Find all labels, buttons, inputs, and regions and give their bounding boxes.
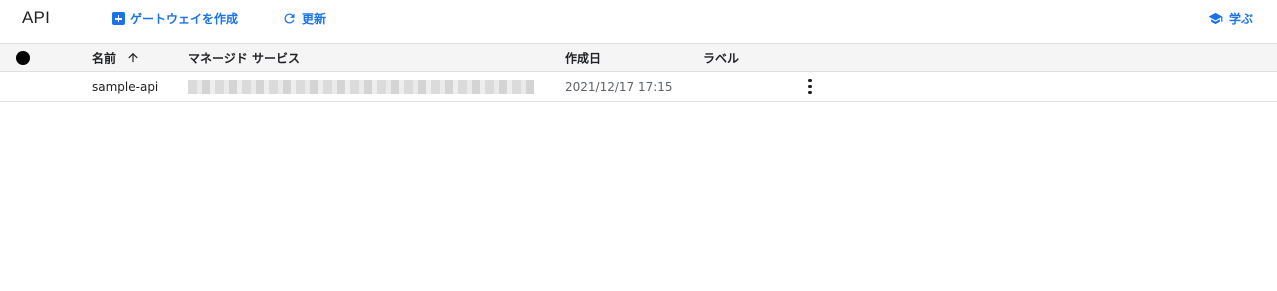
create-gateway-button[interactable]: ゲートウェイを作成: [112, 10, 238, 27]
sort-ascending-icon[interactable]: [126, 51, 140, 65]
more-vert-icon-dot: [808, 78, 812, 82]
school-icon: [1208, 12, 1223, 25]
api-table: 名前 マネージド サービス 作成日 ラベル sample-api 2021/12…: [0, 44, 1277, 102]
row-actions-menu-button[interactable]: [807, 78, 813, 95]
refresh-button[interactable]: 更新: [282, 10, 326, 27]
column-header-created[interactable]: 作成日: [565, 49, 601, 66]
managed-service-value-redacted: [188, 79, 534, 94]
status-column-icon: [16, 50, 30, 65]
column-name-label: 名前: [92, 51, 117, 65]
create-gateway-label: ゲートウェイを作成: [130, 12, 239, 26]
refresh-label: 更新: [302, 12, 327, 26]
top-toolbar: API ゲートウェイを作成 更新 学ぶ: [0, 0, 1277, 44]
more-vert-icon-dot: [808, 91, 812, 95]
more-vert-icon-dot: [808, 84, 812, 89]
api-name-link[interactable]: sample-api: [92, 80, 158, 94]
table-row: sample-api 2021/12/17 17:15: [0, 72, 1277, 102]
column-header-name[interactable]: 名前: [92, 49, 140, 66]
learn-label: 学ぶ: [1229, 12, 1254, 26]
created-date-value: 2021/12/17 17:15: [565, 79, 673, 94]
learn-button[interactable]: 学ぶ: [1207, 10, 1253, 27]
table-header-row: 名前 マネージド サービス 作成日 ラベル: [0, 44, 1277, 72]
page-title: API: [22, 8, 51, 27]
column-header-labels[interactable]: ラベル: [703, 49, 739, 66]
column-header-managed-service[interactable]: マネージド サービス: [188, 49, 300, 66]
add-box-icon: [112, 12, 125, 25]
refresh-icon: [284, 13, 295, 24]
